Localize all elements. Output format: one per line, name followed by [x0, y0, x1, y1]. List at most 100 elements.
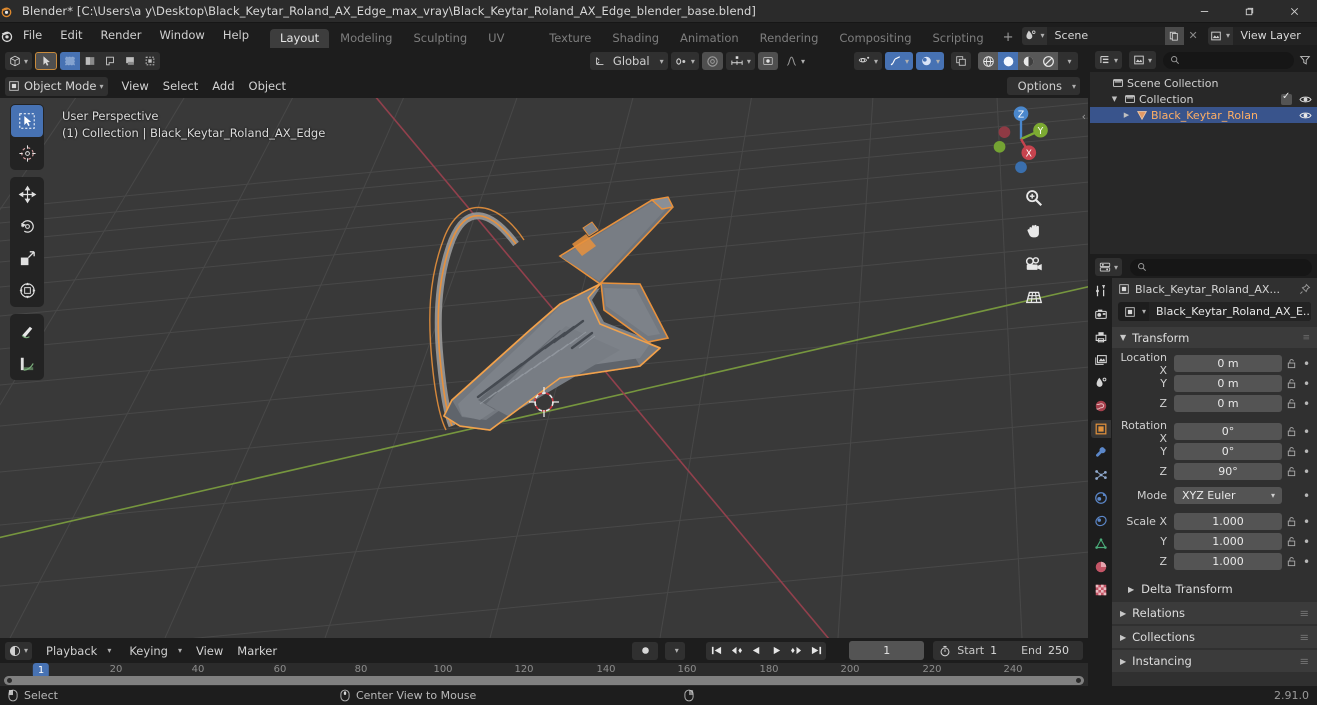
jump-to-end-button[interactable]	[806, 642, 826, 660]
window-close-button[interactable]	[1272, 0, 1317, 23]
interaction-mode-selector[interactable]: Object Mode ▾	[5, 76, 109, 96]
outliner-editor-type-button[interactable]: ▾	[1095, 51, 1123, 69]
animate-dot-icon[interactable]: •	[1300, 445, 1313, 459]
unlink-scene-button[interactable]: ✕	[1184, 27, 1203, 45]
menu-edit[interactable]: Edit	[51, 23, 91, 48]
pin-icon[interactable]	[1299, 283, 1311, 295]
location-z-field[interactable]: 0 m	[1174, 395, 1282, 412]
properties-tab-physics[interactable]	[1091, 489, 1111, 507]
timeline-editor-type-button[interactable]: ▾	[5, 641, 33, 660]
proportional-edit-button[interactable]	[701, 52, 723, 70]
animate-dot-icon[interactable]: •	[1300, 489, 1313, 503]
timeline-horizontal-scrollbar[interactable]	[4, 676, 1084, 685]
tab-sculpting[interactable]: Sculpting	[403, 29, 477, 48]
menu-render[interactable]: Render	[92, 23, 151, 48]
properties-tab-output[interactable]	[1091, 328, 1111, 346]
editor-type-button[interactable]: ▾	[5, 52, 33, 70]
eye-icon[interactable]	[1299, 94, 1312, 105]
eye-icon[interactable]	[1299, 110, 1312, 121]
transform-orientation-selector[interactable]: Global ▾	[589, 52, 668, 70]
animate-dot-icon[interactable]: •	[1300, 357, 1313, 371]
outliner-row-collection[interactable]: ▼ Collection	[1090, 91, 1317, 107]
tab-modeling[interactable]: Modeling	[330, 29, 402, 48]
object-name-field[interactable]: ▾ Black_Keytar_Roland_AX_E...	[1118, 302, 1311, 321]
play-button[interactable]	[766, 642, 786, 660]
animate-dot-icon[interactable]: •	[1300, 425, 1313, 439]
menu-help[interactable]: Help	[214, 23, 258, 48]
tool-measure-icon[interactable]	[11, 347, 43, 379]
tab-shading[interactable]: Shading	[602, 29, 669, 48]
3d-viewport[interactable]: ▾ Global ▾ ▾ ▾ ▾ ▾ ▾ ▾ ▾ Object Mode ▾ V…	[0, 48, 1088, 638]
tweak-tool-button[interactable]	[35, 52, 58, 70]
outliner-search-input[interactable]	[1163, 51, 1294, 69]
outliner-row-object[interactable]: ▶ Black_Keytar_Rolan	[1090, 107, 1317, 123]
rotation-z-field[interactable]: 90°	[1174, 463, 1282, 480]
blender-menu-icon[interactable]	[0, 29, 14, 43]
properties-editor[interactable]: ▾ Black_Keytar_Roland_AX... ▾ Black_Keyt…	[1090, 256, 1317, 686]
collection-checkbox[interactable]	[1281, 91, 1292, 105]
tab-scripting[interactable]: Scripting	[923, 29, 994, 48]
tool-cursor-icon[interactable]	[11, 137, 43, 169]
tab-uv-editing[interactable]: UV Editing	[478, 29, 538, 64]
frame-start-value[interactable]: 1	[990, 644, 1011, 657]
shading-mode-group[interactable]: ▾	[978, 52, 1078, 70]
tab-texture-paint[interactable]: Texture Paint	[539, 29, 601, 64]
viewport-render-button[interactable]	[951, 52, 971, 70]
delta-transform-subpanel[interactable]: ▶ Delta Transform	[1112, 579, 1317, 599]
instancing-panel-header[interactable]: ▶ Instancing ≡	[1112, 650, 1317, 672]
lock-icon[interactable]	[1282, 426, 1300, 437]
properties-tab-constraints[interactable]	[1091, 512, 1111, 530]
tab-rendering[interactable]: Rendering	[750, 29, 829, 48]
tab-layout[interactable]: Layout	[270, 29, 330, 48]
properties-tab-object[interactable]	[1091, 420, 1111, 438]
animate-dot-icon[interactable]: •	[1300, 465, 1313, 479]
scale-y-field[interactable]: 1.000	[1174, 533, 1282, 550]
xray-toggle-button[interactable]: ▾	[915, 52, 944, 70]
relations-panel-header[interactable]: ▶ Relations ≡	[1112, 602, 1317, 624]
window-maximize-button[interactable]	[1227, 0, 1272, 23]
select-box-icon[interactable]	[60, 52, 81, 70]
proportional-connected-button[interactable]	[757, 52, 778, 70]
shading-rendered-icon[interactable]	[1038, 52, 1058, 70]
outliner-filter-icon[interactable]	[1298, 54, 1312, 66]
proportional-falloff-button[interactable]: ▾	[725, 52, 755, 70]
object-name-value[interactable]: Black_Keytar_Roland_AX_E...	[1149, 302, 1311, 321]
lock-icon[interactable]	[1282, 466, 1300, 477]
tool-move-icon[interactable]	[11, 178, 43, 210]
move-view-icon[interactable]	[1022, 219, 1046, 243]
lock-icon[interactable]	[1282, 516, 1300, 527]
lock-icon[interactable]	[1282, 556, 1300, 567]
outliner-tree[interactable]: Scene Collection ▼ Collection ▶	[1090, 72, 1317, 254]
show-gizmo-button[interactable]: ▾	[853, 52, 882, 70]
location-y-field[interactable]: 0 m	[1174, 375, 1282, 392]
properties-tab-tool[interactable]	[1091, 282, 1111, 300]
location-x-field[interactable]: 0 m	[1174, 355, 1282, 372]
viewport-menu-view[interactable]: View	[114, 76, 155, 96]
jump-to-next-keyframe-button[interactable]	[786, 642, 806, 660]
shading-dropdown-icon[interactable]: ▾	[1058, 52, 1078, 70]
frame-range-controls[interactable]: Start 1 End 250	[933, 641, 1083, 660]
animate-dot-icon[interactable]: •	[1300, 535, 1313, 549]
view-layer-selector[interactable]: ▾ View Layer ✕	[1207, 26, 1317, 45]
properties-tab-material[interactable]	[1091, 558, 1111, 576]
viewport-options-button[interactable]: Options ▾	[1006, 77, 1080, 95]
select-subtract-icon[interactable]	[140, 52, 160, 70]
properties-tab-texture[interactable]	[1091, 581, 1111, 599]
timeline-menu-marker[interactable]: Marker	[230, 641, 284, 661]
frame-end-value[interactable]: 250	[1048, 644, 1083, 657]
properties-tab-world[interactable]	[1091, 397, 1111, 415]
tab-animation[interactable]: Animation	[670, 29, 749, 48]
properties-tab-particles[interactable]	[1091, 466, 1111, 484]
play-reverse-button[interactable]	[746, 642, 766, 660]
timeline-menu-keying[interactable]: Keying ▾	[118, 642, 186, 660]
animate-dot-icon[interactable]: •	[1300, 555, 1313, 569]
timeline-menu-view[interactable]: View	[189, 641, 230, 661]
jump-to-start-button[interactable]	[706, 642, 726, 660]
viewport-menu-object[interactable]: Object	[242, 76, 293, 96]
tool-select-box-icon[interactable]	[11, 105, 43, 137]
properties-tab-scene[interactable]	[1091, 374, 1111, 392]
timeline-editor[interactable]: ▾ Playback ▾ Keying ▾ View Marker ▾ 1 St…	[0, 638, 1088, 686]
auto-keying-button[interactable]	[632, 641, 659, 660]
viewport-sidebar-collapse-icon[interactable]: ‹	[1082, 110, 1086, 123]
tool-annotate-icon[interactable]	[11, 315, 43, 347]
